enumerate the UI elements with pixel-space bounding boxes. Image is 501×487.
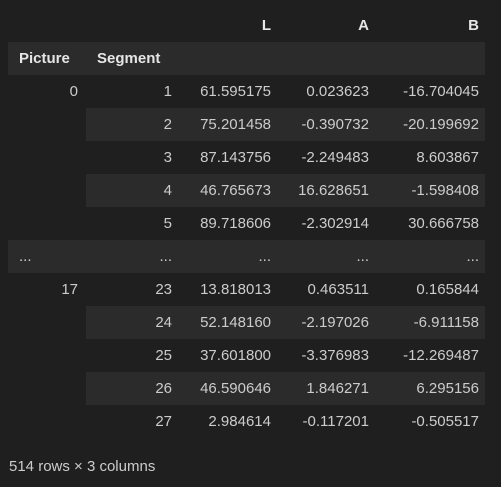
picture-index-cell: 17 bbox=[61, 281, 78, 298]
segment-index-cell: 25 bbox=[155, 347, 172, 364]
a-value-cell: -3.376983 bbox=[301, 347, 369, 364]
segment-index-cell: 26 bbox=[155, 380, 172, 397]
segment-ellipsis-cell: ... bbox=[159, 248, 172, 265]
column-header-l: L bbox=[261, 17, 271, 34]
index-name-picture: Picture bbox=[19, 50, 70, 67]
table-row: 2 75.201458 -0.390732 -20.199692 bbox=[8, 108, 485, 141]
table-row: 27 2.984614 -0.117201 -0.505517 bbox=[8, 405, 485, 438]
column-header-a: A bbox=[358, 17, 369, 34]
table-row: 17 23 13.818013 0.463511 0.165844 bbox=[8, 273, 485, 306]
a-value-cell: -2.249483 bbox=[301, 149, 369, 166]
b-value-cell: -0.505517 bbox=[411, 413, 479, 430]
l-value-cell: 2.984614 bbox=[208, 413, 271, 430]
b-ellipsis-cell: ... bbox=[466, 248, 479, 265]
segment-index-cell: 2 bbox=[163, 116, 172, 133]
b-value-cell: 30.666758 bbox=[408, 215, 479, 232]
segment-index-cell: 23 bbox=[155, 281, 172, 298]
b-value-cell: -16.704045 bbox=[403, 83, 479, 100]
a-value-cell: 0.023623 bbox=[306, 83, 369, 100]
l-value-cell: 37.601800 bbox=[200, 347, 271, 364]
l-ellipsis-cell: ... bbox=[258, 248, 271, 265]
a-ellipsis-cell: ... bbox=[356, 248, 369, 265]
a-value-cell: -0.390732 bbox=[301, 116, 369, 133]
l-value-cell: 46.590646 bbox=[200, 380, 271, 397]
dataframe-table: L A B Picture Segment 0 1 61.595175 0.02… bbox=[8, 9, 485, 438]
l-value-cell: 52.148160 bbox=[200, 314, 271, 331]
ellipsis-row: ... ... ... ... ... bbox=[8, 240, 485, 273]
a-value-cell: 16.628651 bbox=[298, 182, 369, 199]
b-value-cell: -6.911158 bbox=[413, 314, 479, 331]
table-row: 0 1 61.595175 0.023623 -16.704045 bbox=[8, 75, 485, 108]
b-value-cell: 0.165844 bbox=[416, 281, 479, 298]
segment-index-cell: 5 bbox=[163, 215, 172, 232]
segment-index-cell: 27 bbox=[155, 413, 172, 430]
l-value-cell: 89.718606 bbox=[200, 215, 271, 232]
b-value-cell: 8.603867 bbox=[416, 149, 479, 166]
index-name-segment: Segment bbox=[97, 50, 161, 67]
segment-index-cell: 1 bbox=[163, 83, 172, 100]
l-value-cell: 46.765673 bbox=[200, 182, 271, 199]
dataframe-output: L A B Picture Segment 0 1 61.595175 0.02… bbox=[0, 0, 501, 487]
a-value-cell: -2.197026 bbox=[301, 314, 369, 331]
column-header-row: L A B bbox=[8, 9, 485, 42]
column-header-b: B bbox=[468, 17, 479, 34]
table-row: 25 37.601800 -3.376983 -12.269487 bbox=[8, 339, 485, 372]
segment-index-cell: 3 bbox=[163, 149, 172, 166]
b-value-cell: -1.598408 bbox=[411, 182, 479, 199]
table-row: 5 89.718606 -2.302914 30.666758 bbox=[8, 207, 485, 240]
l-value-cell: 75.201458 bbox=[200, 116, 271, 133]
a-value-cell: -2.302914 bbox=[301, 215, 369, 232]
segment-index-cell: 4 bbox=[163, 182, 172, 199]
picture-index-cell: 0 bbox=[69, 83, 78, 100]
picture-ellipsis-cell: ... bbox=[19, 248, 32, 265]
a-value-cell: 1.846271 bbox=[306, 380, 369, 397]
a-value-cell: -0.117201 bbox=[302, 413, 369, 430]
row-count-footer: 514 rows × 3 columns bbox=[9, 458, 156, 475]
b-value-cell: 6.295156 bbox=[416, 380, 479, 397]
a-value-cell: 0.463511 bbox=[307, 281, 369, 298]
table-row: 26 46.590646 1.846271 6.295156 bbox=[8, 372, 485, 405]
table-row: 4 46.765673 16.628651 -1.598408 bbox=[8, 174, 485, 207]
b-value-cell: -12.269487 bbox=[403, 347, 479, 364]
b-value-cell: -20.199692 bbox=[403, 116, 479, 133]
l-value-cell: 13.818013 bbox=[200, 281, 271, 298]
table-row: 24 52.148160 -2.197026 -6.911158 bbox=[8, 306, 485, 339]
index-name-row: Picture Segment bbox=[8, 42, 485, 75]
l-value-cell: 87.143756 bbox=[200, 149, 271, 166]
l-value-cell: 61.595175 bbox=[200, 83, 271, 100]
table-row: 3 87.143756 -2.249483 8.603867 bbox=[8, 141, 485, 174]
segment-index-cell: 24 bbox=[155, 314, 172, 331]
